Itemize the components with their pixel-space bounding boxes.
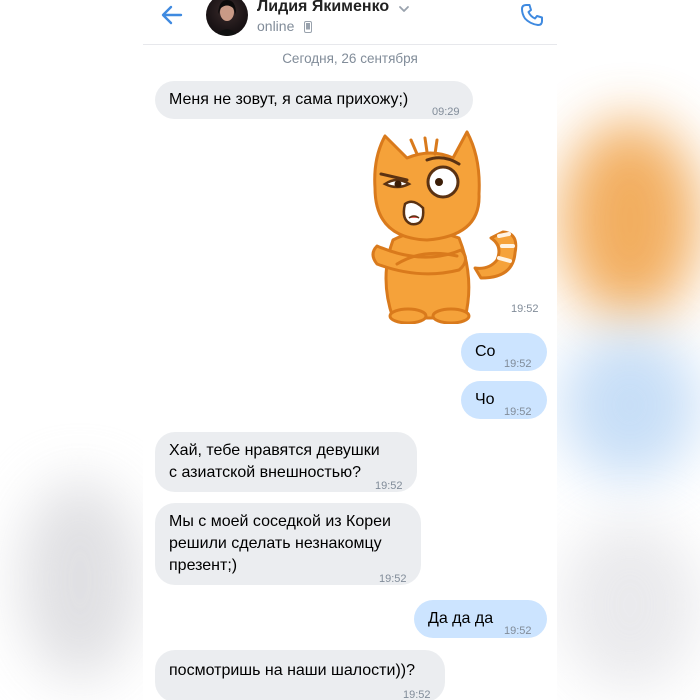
background-blur-blue: [560, 330, 700, 480]
background-blur-orange: [560, 120, 700, 320]
message-incoming[interactable]: посмотришь на наши шалости))? 19:52: [155, 650, 445, 700]
phone-icon[interactable]: [519, 2, 545, 28]
angry-cat-sticker[interactable]: [363, 128, 535, 324]
date-separator: Сегодня, 26 сентября: [282, 51, 418, 66]
message-text: Хай, тебе нравятся девушки с азиатской в…: [169, 442, 380, 481]
background-blur-gray-right: [560, 520, 700, 690]
contact-name[interactable]: Лидия Якименко: [257, 0, 389, 16]
message-text: Меня не зовут, я сама прихожу;): [169, 91, 409, 108]
arrow-left-icon[interactable]: [159, 2, 185, 28]
message-text: Мы с моей соседкой из Кореи решили сдела…: [169, 513, 391, 574]
mobile-phone-icon: [304, 21, 312, 33]
message-incoming[interactable]: Мы с моей соседкой из Кореи решили сдела…: [155, 503, 421, 585]
chevron-down-icon[interactable]: [397, 2, 411, 16]
sticker-time: 19:52: [511, 303, 539, 315]
message-text: посмотришь на наши шалости))?: [169, 662, 415, 679]
message-time: 19:52: [375, 480, 403, 492]
message-incoming[interactable]: Меня не зовут, я сама прихожу;) 09:29: [155, 81, 473, 119]
chat-screen: Лидия Якименко online Сегодня, 26 сентяб…: [143, 0, 557, 700]
message-time: 19:52: [504, 406, 532, 418]
message-outgoing[interactable]: Да да да 19:52: [414, 600, 547, 638]
message-outgoing[interactable]: Чо 19:52: [461, 381, 547, 419]
online-status: online: [257, 18, 295, 34]
message-time: 19:52: [403, 689, 431, 700]
message-time: 19:52: [504, 625, 532, 637]
message-time: 19:52: [379, 573, 407, 585]
message-outgoing[interactable]: Со 19:52: [461, 333, 547, 371]
message-time: 09:29: [432, 106, 460, 118]
message-time: 19:52: [504, 358, 532, 370]
background-blur-gray-left: [20, 480, 140, 680]
avatar[interactable]: [206, 0, 248, 36]
chat-header: Лидия Якименко online: [143, 0, 557, 45]
message-incoming[interactable]: Хай, тебе нравятся девушки с азиатской в…: [155, 432, 417, 492]
